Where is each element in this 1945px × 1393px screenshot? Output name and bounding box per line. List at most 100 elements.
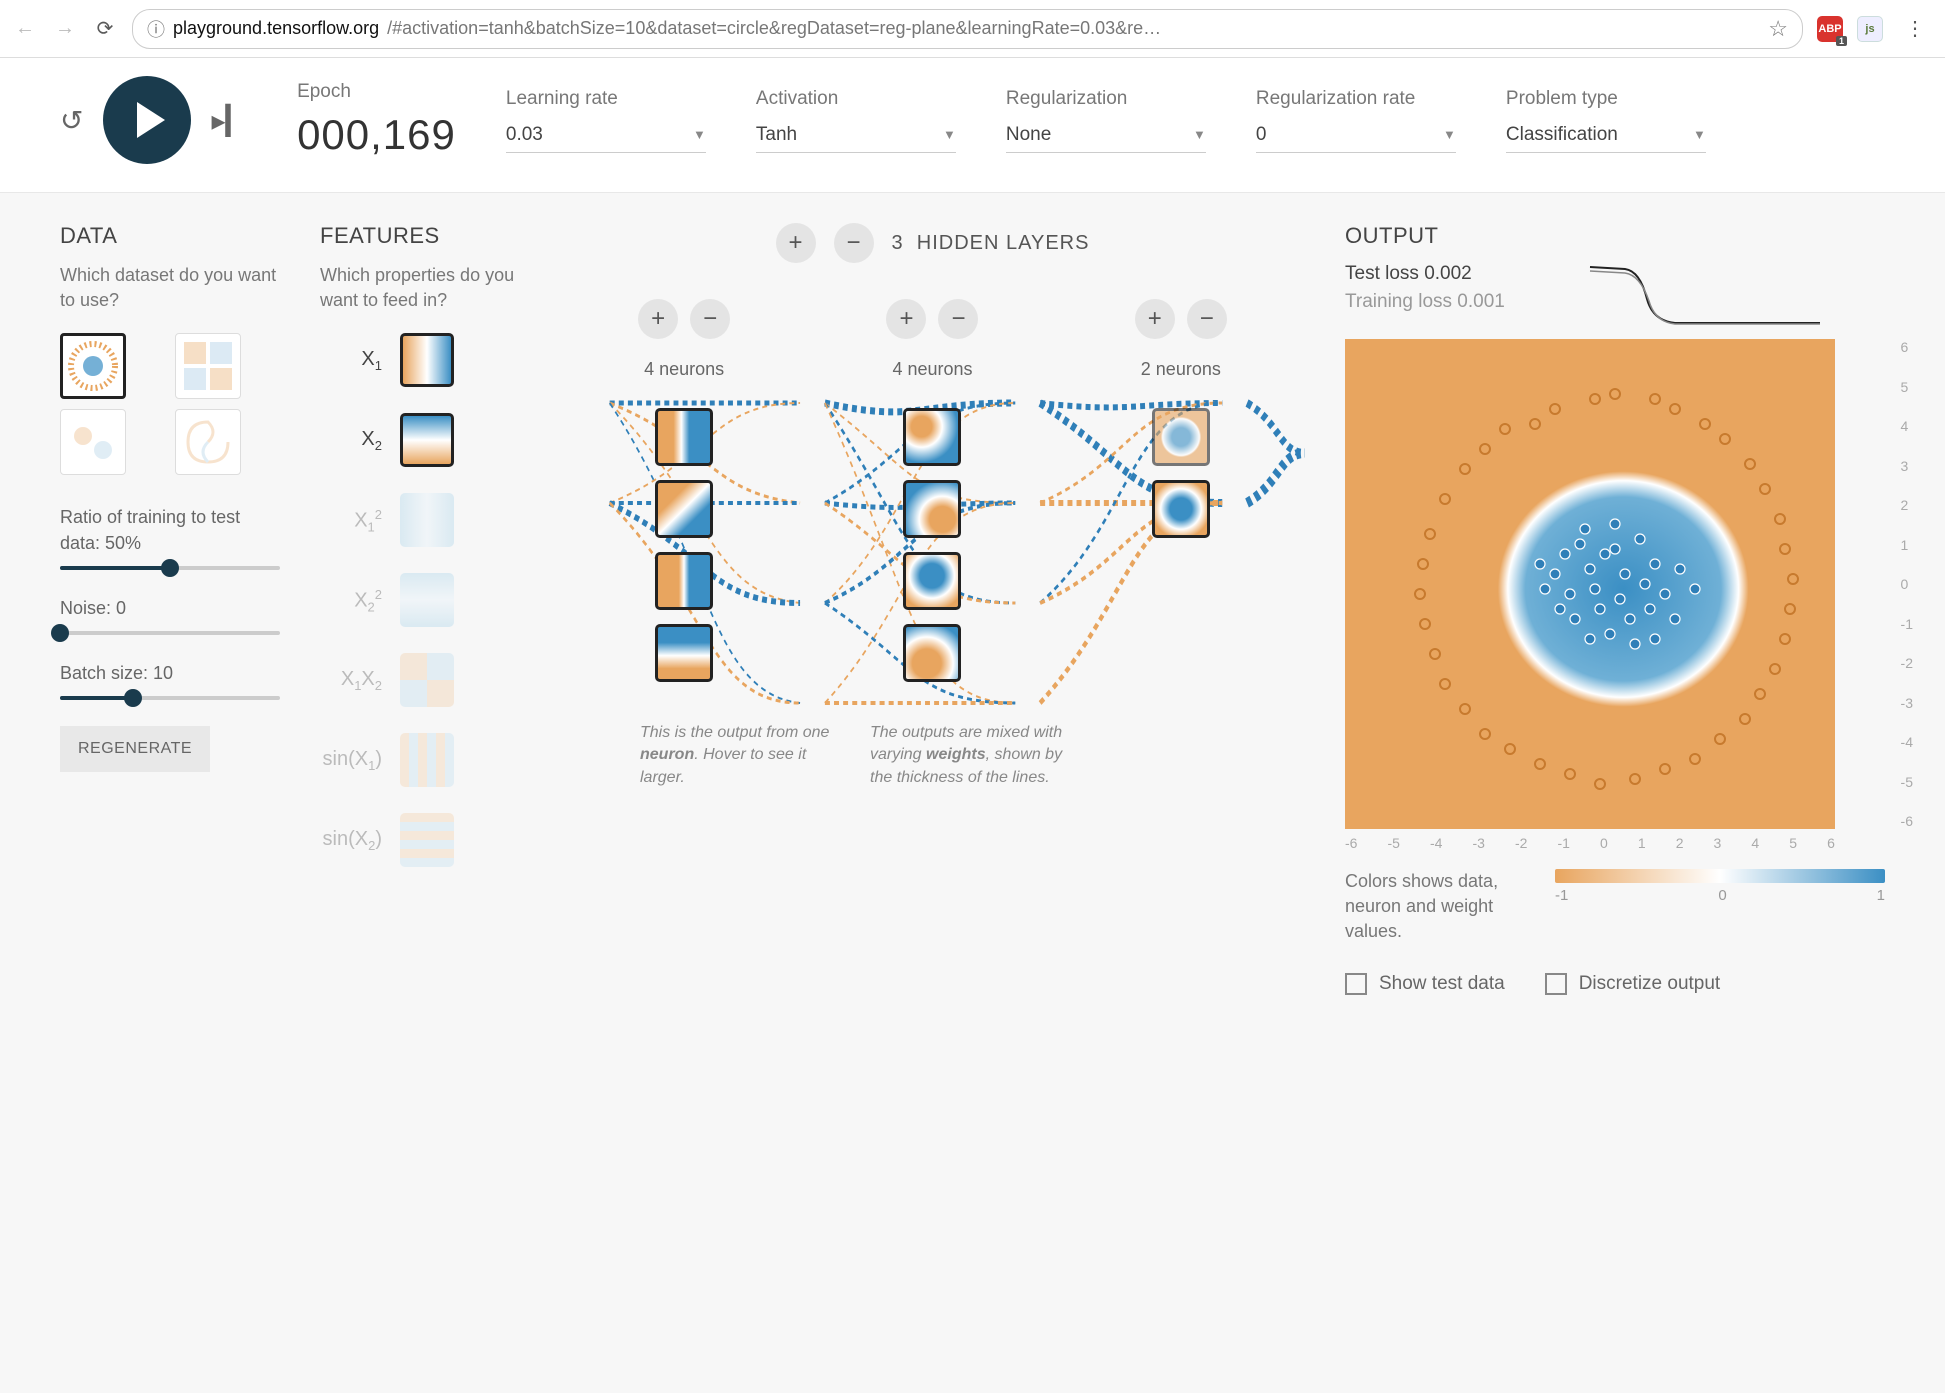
remove-neuron-button[interactable]: −	[938, 299, 978, 339]
add-neuron-button[interactable]: +	[886, 299, 926, 339]
feature-x2-thumb	[400, 413, 454, 467]
url-domain: playground.tensorflow.org	[173, 18, 379, 39]
chevron-down-icon: ▼	[1693, 127, 1706, 142]
feature-sinx1[interactable]: sin(X1)	[320, 733, 520, 787]
play-button[interactable]	[103, 76, 191, 164]
layers-title: 3 HIDDEN LAYERS	[892, 232, 1090, 255]
features-column: FEATURES Which properties do you want to…	[320, 223, 520, 1363]
url-path: /#activation=tanh&batchSize=10&dataset=c…	[387, 18, 1760, 39]
chevron-down-icon: ▼	[1443, 127, 1456, 142]
weights-hint: The outputs are mixed with varying weigh…	[870, 722, 1070, 789]
legend-gradient: -101	[1555, 869, 1885, 904]
reset-button[interactable]: ↺	[60, 104, 83, 137]
add-layer-button[interactable]: +	[776, 223, 816, 263]
feature-x2sq[interactable]: X22	[320, 573, 520, 627]
add-neuron-button[interactable]: +	[1135, 299, 1175, 339]
regenerate-button[interactable]: REGENERATE	[60, 726, 210, 772]
reload-button[interactable]: ⟳	[92, 16, 118, 42]
feature-x2[interactable]: X2	[320, 413, 520, 467]
ratio-slider-group: Ratio of training to test data: 50%	[60, 505, 280, 569]
problem-type-label: Problem type	[1506, 88, 1706, 110]
output-column: OUTPUT Test loss 0.002 Training loss 0.0…	[1345, 223, 1885, 1363]
noise-slider-group: Noise: 0	[60, 596, 280, 635]
neuron[interactable]	[903, 480, 961, 538]
noise-slider[interactable]	[60, 631, 280, 635]
neuron[interactable]	[655, 480, 713, 538]
forward-button[interactable]: →	[52, 16, 78, 42]
neuron[interactable]	[655, 624, 713, 682]
epoch-label: Epoch	[297, 81, 456, 103]
data-title: DATA	[60, 223, 280, 249]
reg-rate-label: Regularization rate	[1256, 88, 1456, 110]
js-extension-icon[interactable]: js	[1857, 16, 1883, 42]
playback-controls: ↺ ▸▎	[60, 76, 247, 164]
hints: This is the output from one neuron. Hove…	[560, 722, 1305, 789]
add-neuron-button[interactable]: +	[638, 299, 678, 339]
layer-3: +− 2 neurons	[1135, 299, 1227, 682]
dataset-spiral[interactable]	[175, 409, 241, 475]
output-checks: Show test data Discretize output	[1345, 973, 1885, 995]
remove-neuron-button[interactable]: −	[1187, 299, 1227, 339]
neuron[interactable]	[655, 408, 713, 466]
show-test-data-checkbox[interactable]: Show test data	[1345, 973, 1505, 995]
noise-label: Noise: 0	[60, 596, 280, 621]
neuron[interactable]	[903, 552, 961, 610]
neuron[interactable]	[903, 624, 961, 682]
neuron[interactable]	[903, 408, 961, 466]
remove-neuron-button[interactable]: −	[690, 299, 730, 339]
output-heatmap[interactable]	[1345, 339, 1835, 829]
regularization-label: Regularization	[1006, 88, 1206, 110]
url-bar[interactable]: ⓘ playground.tensorflow.org /#activation=…	[132, 9, 1803, 49]
layers-header: + − 3 HIDDEN LAYERS	[560, 223, 1305, 263]
layer-2-count: 4 neurons	[892, 359, 972, 380]
batch-slider[interactable]	[60, 696, 280, 700]
feature-sinx2[interactable]: sin(X2)	[320, 813, 520, 867]
feature-x1-thumb	[400, 333, 454, 387]
dataset-gauss[interactable]	[60, 409, 126, 475]
y-axis-ticks: 6543210-1-2-3-4-5-6	[1901, 339, 1913, 829]
learning-rate-select[interactable]: 0.03▼	[506, 118, 706, 153]
feature-x1[interactable]: X1	[320, 333, 520, 387]
neuron[interactable]	[655, 552, 713, 610]
discretize-output-checkbox[interactable]: Discretize output	[1545, 973, 1721, 995]
epoch-value: 000,169	[297, 111, 456, 159]
dataset-xor[interactable]	[175, 333, 241, 399]
data-subtitle: Which dataset do you want to use?	[60, 263, 280, 313]
batch-label: Batch size: 10	[60, 661, 280, 686]
regularization-select[interactable]: None▼	[1006, 118, 1206, 153]
feature-x1sq[interactable]: X12	[320, 493, 520, 547]
dataset-circle[interactable]	[60, 333, 126, 399]
loss-chart	[1585, 259, 1825, 329]
dataset-grid	[60, 333, 280, 475]
x-axis-ticks: -6-5-4-3-2-10123456	[1345, 835, 1835, 851]
layer-1-count: 4 neurons	[644, 359, 724, 380]
problem-type-select[interactable]: Classification▼	[1506, 118, 1706, 153]
chevron-down-icon: ▼	[943, 127, 956, 142]
activation-select[interactable]: Tanh▼	[756, 118, 956, 153]
epoch-display: Epoch 000,169	[297, 81, 456, 159]
checkbox-icon	[1345, 973, 1367, 995]
ratio-slider[interactable]	[60, 566, 280, 570]
layer-1: +− 4 neurons	[638, 299, 730, 682]
output-title: OUTPUT	[1345, 223, 1885, 249]
info-icon: ⓘ	[147, 16, 165, 42]
feature-x1x2[interactable]: X1X2	[320, 653, 520, 707]
remove-layer-button[interactable]: −	[834, 223, 874, 263]
chevron-down-icon: ▼	[1193, 127, 1206, 142]
layer-columns: +− 4 neurons +− 4 neurons +− 2 neurons	[560, 293, 1305, 682]
reg-rate-select[interactable]: 0▼	[1256, 118, 1456, 153]
data-column: DATA Which dataset do you want to use? R…	[60, 223, 280, 1363]
back-button[interactable]: ←	[12, 16, 38, 42]
play-icon	[137, 102, 165, 138]
checkbox-icon	[1545, 973, 1567, 995]
legend-text: Colors shows data, neuron and weight val…	[1345, 869, 1525, 945]
neuron-hint: This is the output from one neuron. Hove…	[640, 722, 840, 789]
browser-menu-icon[interactable]: ⋮	[1897, 16, 1933, 41]
star-icon[interactable]: ☆	[1768, 16, 1788, 42]
step-button[interactable]: ▸▎	[211, 104, 247, 137]
color-legend: Colors shows data, neuron and weight val…	[1345, 869, 1885, 945]
features-title: FEATURES	[320, 223, 520, 249]
adblock-extension-icon[interactable]: ABP1	[1817, 16, 1843, 42]
neuron[interactable]	[1152, 408, 1210, 466]
neuron[interactable]	[1152, 480, 1210, 538]
